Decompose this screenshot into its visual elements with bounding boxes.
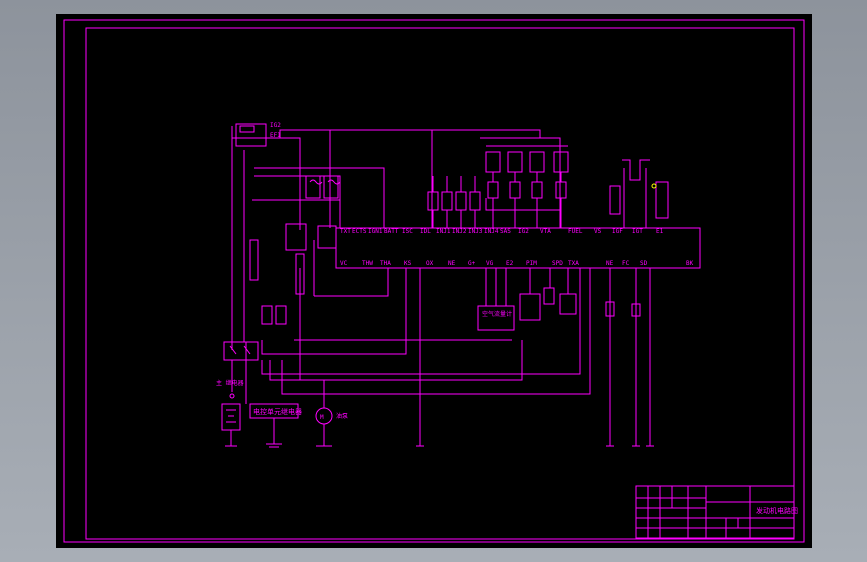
- sensor-column-1: [427, 176, 481, 228]
- svg-text:KS: KS: [404, 260, 412, 267]
- svg-text:THA: THA: [380, 260, 391, 267]
- svg-text:IDL: IDL: [420, 228, 431, 235]
- svg-text:NE: NE: [448, 260, 456, 267]
- outer-border: [63, 19, 805, 543]
- ecu-pin-labels-bottom: VC THW THA KS OX NE G+ VG E2 PIM SPD TXA NE FC …: [340, 260, 694, 267]
- cad-viewport[interactable]: TXT ECTS IGN1 BATT ISC IDL INJ1 INJ2 INJ3 INJ…: [0, 0, 867, 562]
- air-flow-meter: [477, 305, 515, 331]
- svg-text:VG: VG: [486, 260, 494, 267]
- svg-text:INJ2: INJ2: [452, 228, 467, 235]
- inner-border: [85, 27, 795, 540]
- svg-text:IGN1: IGN1: [368, 228, 383, 235]
- main-relay: [285, 223, 307, 251]
- right-components: [605, 159, 669, 447]
- svg-text:TXA: TXA: [568, 260, 579, 267]
- svg-text:IG2: IG2: [270, 122, 281, 129]
- svg-text:BATT: BATT: [384, 228, 399, 235]
- svg-text:INJ3: INJ3: [468, 228, 483, 235]
- svg-text:主 继电器: 主 继电器: [216, 379, 244, 387]
- svg-text:IG2: IG2: [518, 228, 529, 235]
- svg-text:SPD: SPD: [552, 260, 563, 267]
- ecu-pin-labels-top: TXT ECTS IGN1 BATT ISC IDL INJ1 INJ2 INJ3 INJ…: [340, 228, 664, 235]
- svg-text:ISC: ISC: [402, 228, 413, 235]
- svg-text:E1: E1: [656, 228, 664, 235]
- battery: [221, 403, 241, 447]
- ecu-relay-label: 电控单元继电器: [253, 407, 302, 416]
- svg-text:M: M: [320, 414, 324, 421]
- injector-group: [485, 145, 569, 228]
- svg-text:VTA: VTA: [540, 228, 551, 235]
- junction-marker: [651, 183, 657, 189]
- svg-text:FUEL: FUEL: [568, 228, 583, 235]
- svg-text:TXT: TXT: [340, 228, 351, 235]
- svg-text:INJ4: INJ4: [484, 228, 499, 235]
- schematic-canvas: TXT ECTS IGN1 BATT ISC IDL INJ1 INJ2 INJ3 INJ…: [63, 19, 805, 543]
- svg-text:OX: OX: [426, 260, 434, 267]
- svg-text:VC: VC: [340, 260, 348, 267]
- svg-text:EFI: EFI: [270, 132, 281, 139]
- svg-text:G+: G+: [468, 260, 476, 267]
- svg-text:IGF: IGF: [612, 228, 623, 235]
- svg-text:IGT: IGT: [632, 228, 643, 235]
- svg-text:ECTS: ECTS: [352, 228, 367, 235]
- main-fuse: [239, 125, 255, 133]
- svg-text:PIM: PIM: [526, 260, 537, 267]
- svg-text:BK: BK: [686, 260, 694, 267]
- svg-text:SD: SD: [640, 260, 648, 267]
- title-block-drawing-name: 发动机电路图: [756, 506, 798, 515]
- svg-text:NE: NE: [606, 260, 614, 267]
- svg-text:SAS: SAS: [500, 228, 511, 235]
- svg-text:FC: FC: [622, 260, 630, 267]
- relay-pair: [305, 175, 341, 249]
- svg-text:INJ1: INJ1: [436, 228, 451, 235]
- svg-text:油泵: 油泵: [336, 412, 348, 420]
- svg-text:VS: VS: [594, 228, 602, 235]
- air-flow-meter-label: 空气流量计: [482, 310, 512, 318]
- svg-text:THW: THW: [362, 260, 373, 267]
- fuel-pump-motor-icon: [315, 407, 333, 425]
- svg-text:E2: E2: [506, 260, 514, 267]
